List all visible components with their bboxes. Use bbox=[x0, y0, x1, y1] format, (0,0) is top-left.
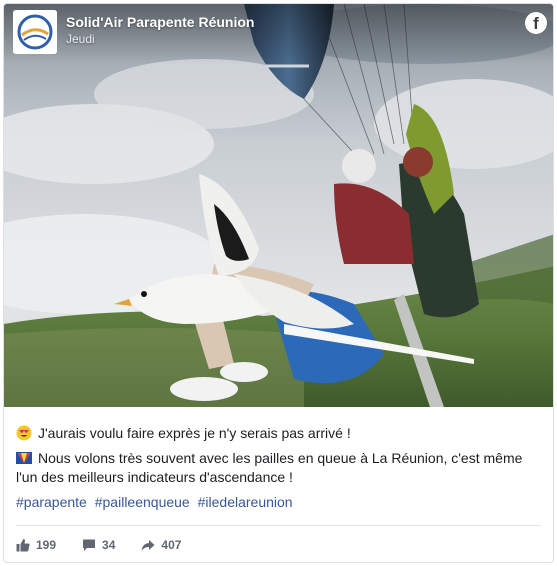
facebook-icon[interactable]: f bbox=[525, 12, 547, 34]
post-photo[interactable]: Solid'Air Parapente Réunion Jeudi f bbox=[4, 4, 553, 407]
footer-divider bbox=[16, 525, 541, 526]
like-stat[interactable]: 199 bbox=[16, 538, 56, 552]
hashtag-link[interactable]: #pailleenqueue bbox=[95, 494, 190, 510]
post-date[interactable]: Jeudi bbox=[66, 32, 95, 46]
hashtag-link[interactable]: #iledelareunion bbox=[198, 494, 293, 510]
page-logo-icon bbox=[13, 10, 57, 54]
comment-icon bbox=[83, 539, 96, 551]
post-line-1-text: J'aurais voulu faire exprès je n'y serai… bbox=[38, 425, 351, 441]
paragliding-scene-illustration bbox=[4, 4, 553, 407]
post-line-1: J'aurais voulu faire exprès je n'y serai… bbox=[16, 424, 544, 443]
share-arrow-icon bbox=[141, 540, 155, 551]
hashtag-link[interactable]: #parapente bbox=[16, 494, 87, 510]
share-count: 407 bbox=[161, 538, 182, 552]
comment-stat[interactable]: 34 bbox=[82, 538, 115, 552]
comment-count: 34 bbox=[102, 538, 116, 552]
reunion-flag-emoji-icon bbox=[16, 452, 32, 464]
post-text: J'aurais voulu faire exprès je n'y serai… bbox=[16, 424, 544, 512]
share-stat[interactable]: 407 bbox=[141, 538, 181, 552]
post-line-2: Nous volons très souvent avec les paille… bbox=[16, 449, 544, 487]
hashtag-list: #parapente #pailleenqueue #iledelareunio… bbox=[16, 493, 544, 512]
thumbs-up-icon bbox=[16, 539, 30, 552]
post-line-2-text: Nous volons très souvent avec les paille… bbox=[16, 450, 523, 485]
facebook-post-card: Solid'Air Parapente Réunion Jeudi f J'au… bbox=[3, 3, 554, 563]
like-count: 199 bbox=[36, 538, 57, 552]
page-avatar[interactable] bbox=[13, 10, 57, 54]
post-stats: 199 34 407 bbox=[16, 535, 207, 555]
page-name[interactable]: Solid'Air Parapente Réunion bbox=[66, 14, 254, 30]
heart-eyes-emoji-icon bbox=[16, 425, 32, 441]
